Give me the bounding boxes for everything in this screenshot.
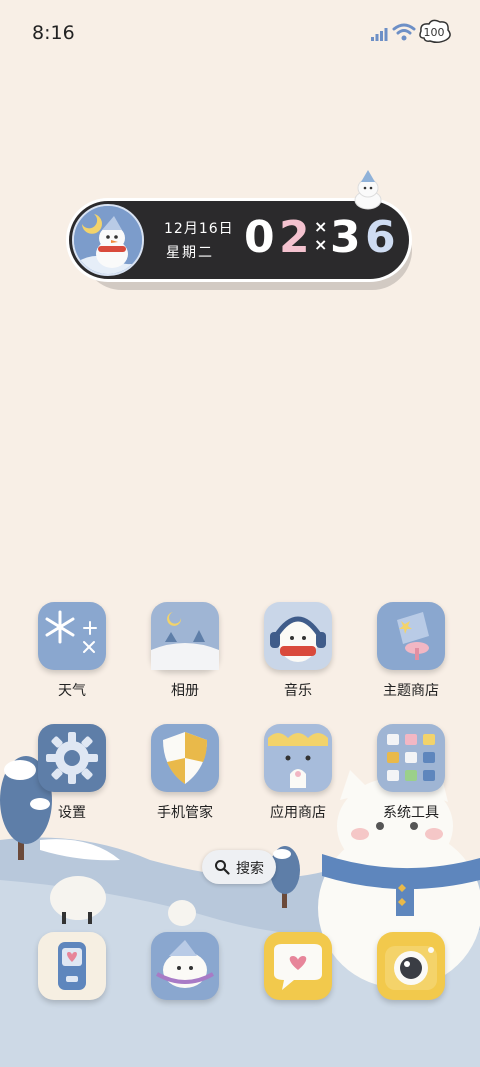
app-label: 相册 bbox=[171, 683, 199, 699]
search-icon bbox=[215, 860, 230, 875]
gallery-icon bbox=[151, 602, 219, 670]
app-store-icon bbox=[264, 724, 332, 792]
search-button[interactable]: 搜索 bbox=[202, 850, 276, 884]
chat-icon bbox=[264, 932, 332, 1000]
app-label: 系统工具 bbox=[383, 805, 439, 821]
dock-camera[interactable] bbox=[361, 932, 461, 1000]
camera-icon bbox=[377, 932, 445, 1000]
app-label: 主题商店 bbox=[383, 683, 439, 699]
dock-chat[interactable] bbox=[248, 932, 348, 1000]
widget-weekday: 星期二 bbox=[166, 245, 214, 261]
widget-date: 12月16日 bbox=[164, 221, 234, 237]
app-gallery[interactable]: 相册 bbox=[135, 602, 235, 700]
snowman-avatar bbox=[72, 204, 144, 276]
headphones-icon bbox=[264, 602, 332, 670]
theme-store-icon bbox=[377, 602, 445, 670]
mini-snowman-icon bbox=[354, 170, 382, 210]
app-phone-manager[interactable]: 手机管家 bbox=[135, 724, 235, 822]
gear-icon bbox=[38, 724, 106, 792]
status-time: 8:16 bbox=[32, 22, 75, 44]
minute-digit-1: 3 bbox=[330, 212, 361, 263]
phone-icon bbox=[38, 932, 106, 1000]
app-theme-store[interactable]: 主题商店 bbox=[361, 602, 461, 700]
app-label: 天气 bbox=[58, 683, 86, 699]
shield-icon bbox=[151, 724, 219, 792]
hour-digit-1: 0 bbox=[244, 212, 275, 263]
app-system-tools[interactable]: 系统工具 bbox=[361, 724, 461, 822]
messages-icon bbox=[151, 932, 219, 1000]
app-label: 手机管家 bbox=[157, 805, 213, 821]
app-label: 应用商店 bbox=[270, 805, 326, 821]
app-weather[interactable]: 天气 bbox=[22, 602, 122, 700]
app-music[interactable]: 音乐 bbox=[248, 602, 348, 700]
battery-level: 100 bbox=[423, 26, 445, 39]
dock-messages[interactable] bbox=[135, 932, 235, 1000]
minute-digit-2: 6 bbox=[365, 212, 396, 263]
search-label: 搜索 bbox=[236, 861, 264, 877]
wifi-icon bbox=[392, 23, 416, 41]
app-label: 音乐 bbox=[284, 683, 312, 699]
app-app-store[interactable]: 应用商店 bbox=[248, 724, 348, 822]
hour-digit-2: 2 bbox=[279, 212, 310, 263]
dock-phone[interactable] bbox=[22, 932, 122, 1000]
status-bar: 8:16 100 bbox=[0, 0, 480, 68]
signal-icon bbox=[371, 28, 388, 41]
time-separator: × × bbox=[314, 217, 328, 254]
app-settings[interactable]: 设置 bbox=[22, 724, 122, 822]
tools-folder-icon bbox=[377, 724, 445, 792]
snowflake-icon bbox=[38, 602, 106, 670]
app-label: 设置 bbox=[58, 805, 86, 821]
clock-widget[interactable]: 12月16日 星期二 0 2 × × 3 6 bbox=[66, 170, 412, 290]
